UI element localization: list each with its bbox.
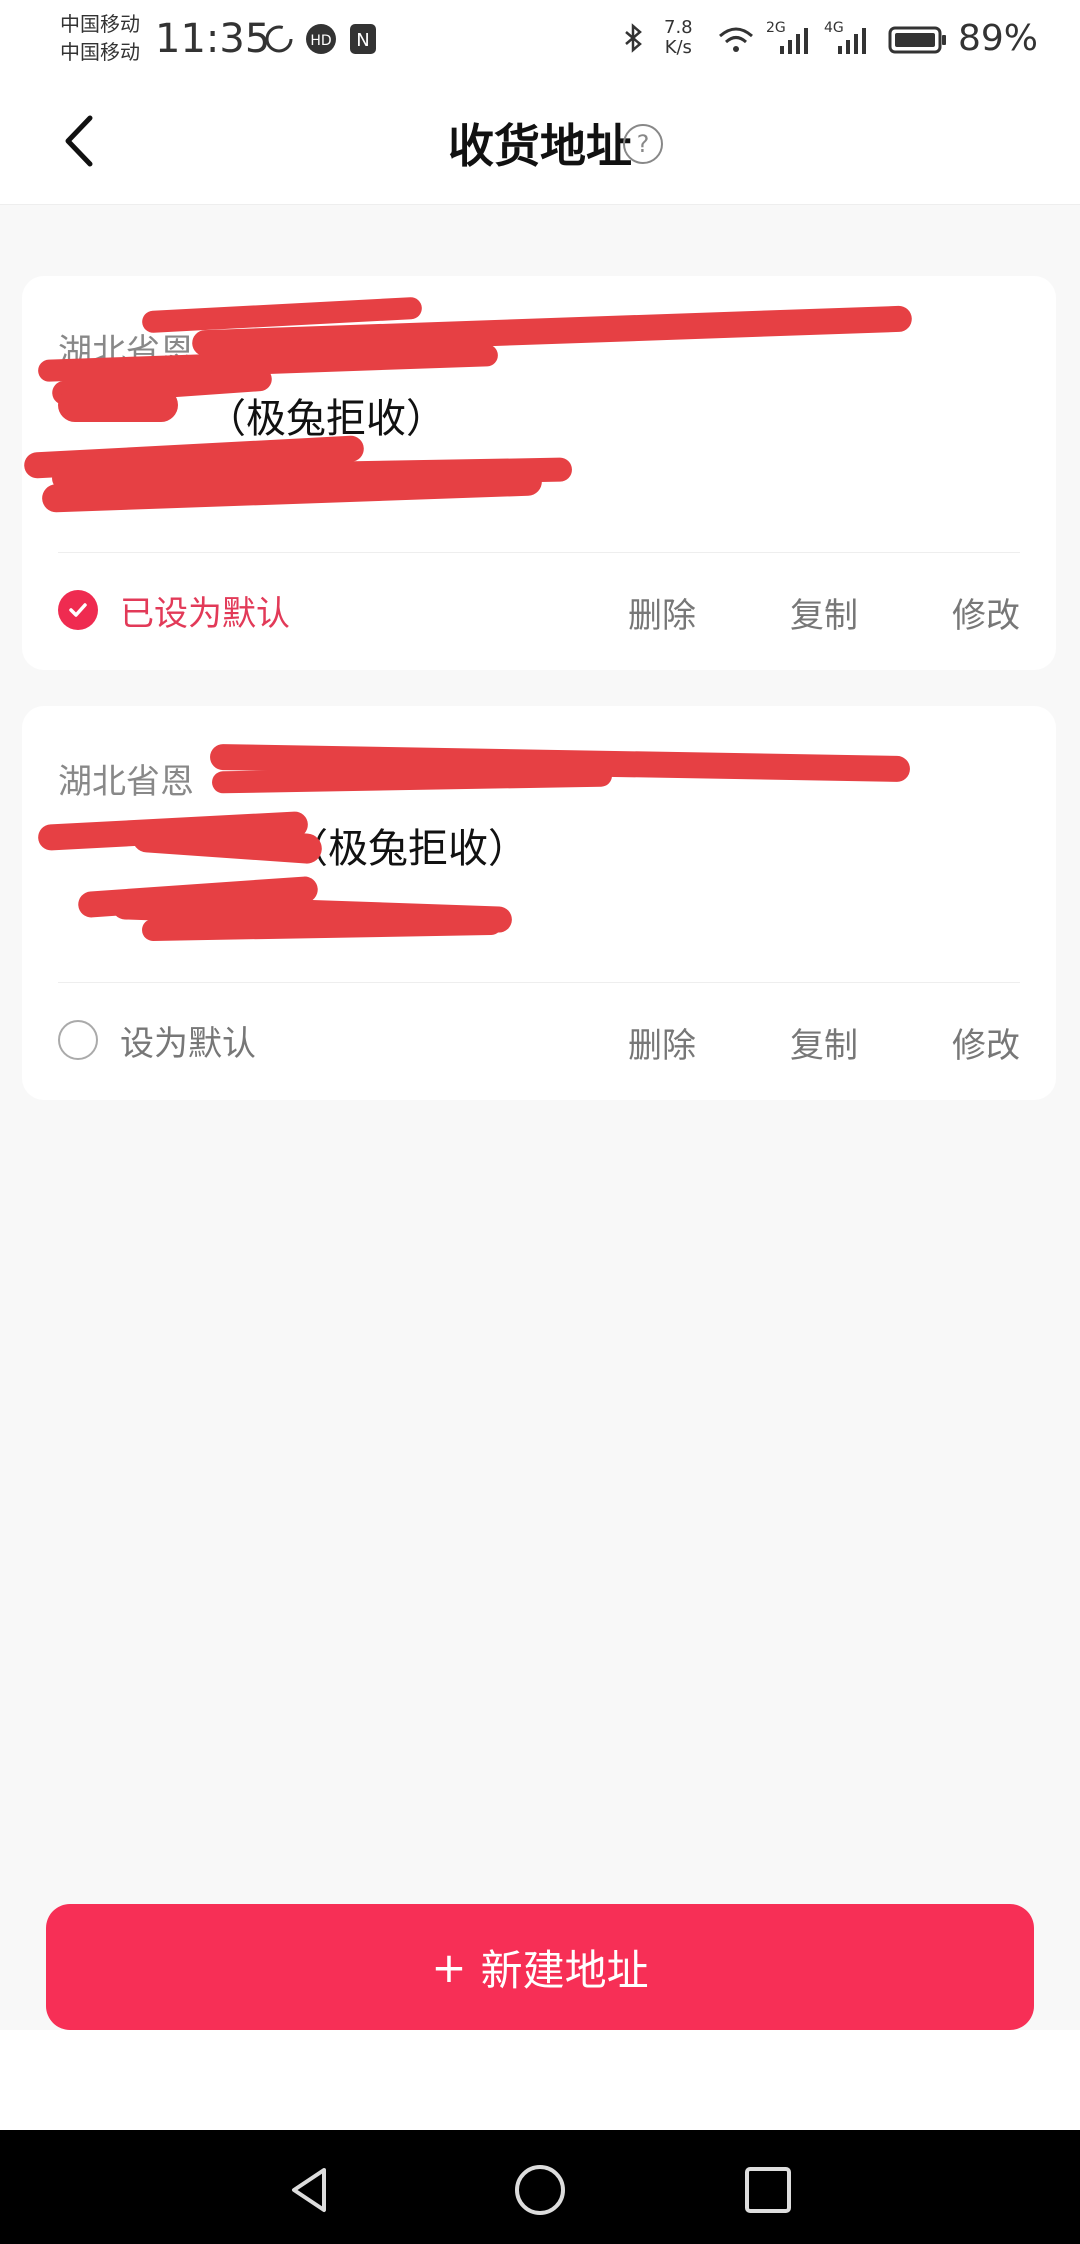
clock: 11:35 <box>155 16 271 62</box>
edit-button[interactable]: 修改 <box>952 588 1020 637</box>
battery-icon <box>888 26 946 54</box>
header: 收货地址 ? <box>0 80 1080 205</box>
speed-value: 7.8 <box>664 17 693 38</box>
default-label: 已设为默认 <box>120 593 290 634</box>
address-card[interactable]: 湖北省恩 （极兔拒收） 设为默认 删除 复制 修改 <box>22 706 1056 1100</box>
delete-button[interactable]: 删除 <box>628 1018 696 1067</box>
wifi-icon <box>719 27 753 52</box>
edit-button[interactable]: 修改 <box>952 1018 1020 1067</box>
bluetooth-icon <box>625 23 642 53</box>
svg-text:HD: HD <box>310 33 331 49</box>
address-text: 湖北省恩 <box>58 762 194 802</box>
svg-text:N: N <box>356 30 369 51</box>
recipient-note: （极兔拒收） <box>206 396 446 442</box>
speed-unit: K/s <box>664 37 692 58</box>
network-speed: 7.8 K/s <box>664 18 693 58</box>
nav-back-icon[interactable] <box>282 2162 338 2218</box>
system-nav-bar <box>0 2130 1080 2244</box>
address-card[interactable]: 湖北省恩 （极兔拒收） 已设为默认 删除 复制 修改 <box>22 276 1056 670</box>
delete-button[interactable]: 删除 <box>628 588 696 637</box>
copy-button[interactable]: 复制 <box>790 1018 858 1067</box>
help-icon[interactable]: ? <box>623 124 663 164</box>
redaction-mark <box>58 388 178 422</box>
nav-home-icon[interactable] <box>512 2162 568 2218</box>
new-address-button[interactable]: + 新建地址 <box>46 1904 1034 2030</box>
sync-icon <box>265 25 293 53</box>
carrier-2: 中国移动 <box>60 40 140 64</box>
carrier-info: 中国移动 中国移动 <box>60 10 140 66</box>
check-circle-icon <box>58 590 98 630</box>
hd-icon: HD <box>306 24 336 54</box>
default-toggle[interactable]: 设为默认 <box>58 1018 256 1064</box>
page-title: 收货地址 <box>448 119 632 173</box>
default-toggle[interactable]: 已设为默认 <box>58 588 290 634</box>
signal-icon-1 <box>780 28 808 54</box>
status-bar: 中国移动 中国移动 11:35 HD N 7.8 K/s 2G 4G 89% <box>0 0 1080 80</box>
bottom-safe-area <box>0 2030 1080 2130</box>
card-divider <box>58 982 1020 983</box>
new-address-label: 新建地址 <box>480 1945 649 1995</box>
plus-icon: + <box>431 1942 467 1992</box>
signal-icon-2 <box>838 28 866 54</box>
carrier-1: 中国移动 <box>60 12 140 36</box>
battery-level: 89% <box>958 18 1039 59</box>
copy-button[interactable]: 复制 <box>790 588 858 637</box>
nfc-icon: N <box>350 24 376 54</box>
recipient-note: （极兔拒收） <box>288 826 528 872</box>
default-label: 设为默认 <box>120 1023 256 1064</box>
radio-circle-icon <box>58 1020 98 1060</box>
nav-recents-icon[interactable] <box>740 2162 796 2218</box>
card-divider <box>58 552 1020 553</box>
